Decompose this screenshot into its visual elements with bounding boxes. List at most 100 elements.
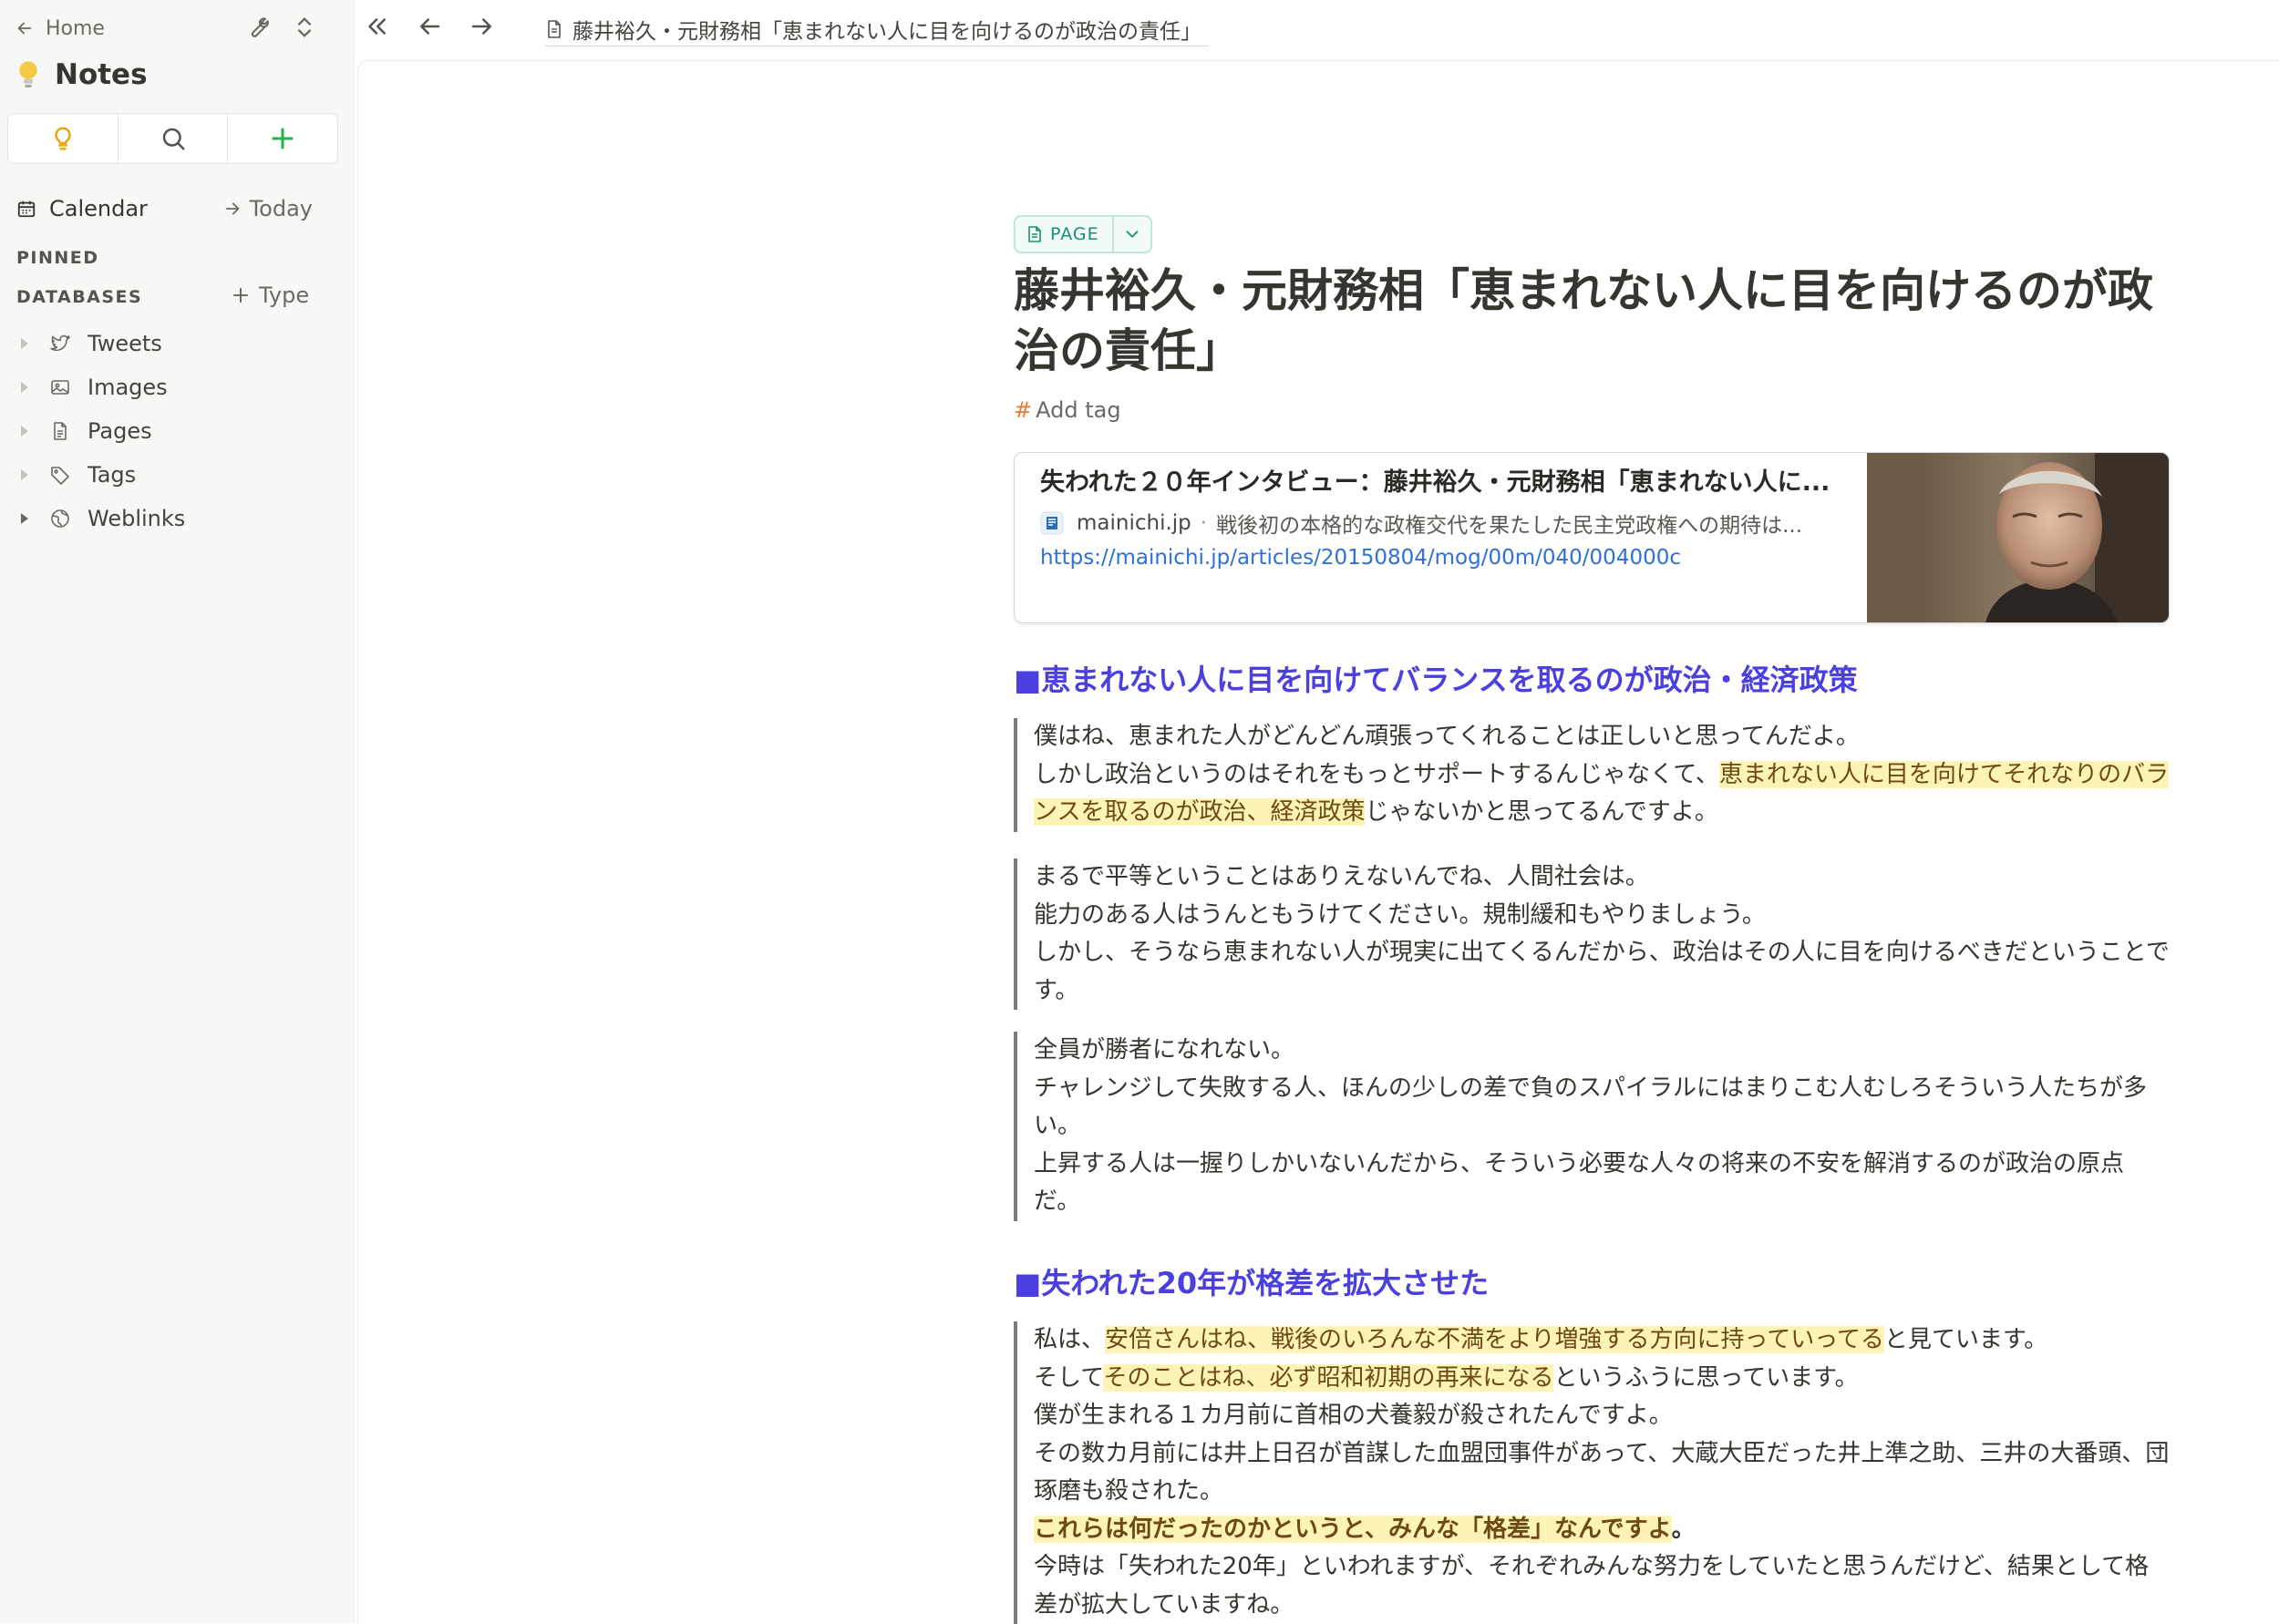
arrow-left-icon	[17, 22, 32, 35]
chevron-down-icon	[1126, 231, 1139, 238]
blockquote: まるで平等ということはありえないんでね、人間社会は。 能力のある人はうんともうけ…	[1014, 858, 2170, 1010]
calendar-icon	[17, 200, 36, 218]
calendar-link[interactable]: Calendar	[16, 196, 148, 221]
hash-icon: #	[1014, 397, 1033, 423]
quote-line: 今時は「失われた20年」といわれますが、それぞれみんな努力をしていたと思うんだけ…	[1034, 1553, 2150, 1619]
calendar-label: Calendar	[49, 196, 148, 221]
add-type-button[interactable]: Type	[230, 283, 309, 308]
highlighted-text: 安倍さんはね、戦後のいろんな不満をより増強する方向に持っていってる	[1105, 1326, 1884, 1353]
new-note-tab[interactable]	[228, 114, 337, 163]
caret-right-icon[interactable]	[16, 467, 33, 483]
highlighted-text: そのことはね、必ず昭和初期の再来になる	[1103, 1363, 1554, 1392]
sidebar-item-label: Tweets	[88, 331, 162, 356]
blockquote: 全員が勝者になれない。 チャレンジして失敗する人、ほんの少しの差で負のスパイラル…	[1014, 1032, 2170, 1221]
lightbulb-icon	[19, 61, 37, 87]
page-icon	[548, 20, 561, 38]
chevron-updown-icon[interactable]	[292, 15, 317, 40]
wrench-icon[interactable]	[244, 15, 270, 40]
add-tag-label: Add tag	[1036, 397, 1121, 423]
weblink-title: 失われた２０年インタビュー：藤井裕久・元財務相「恵まれない人に...	[1040, 468, 1830, 497]
today-label: Today	[249, 196, 313, 221]
add-type-label: Type	[259, 283, 310, 308]
quote-line: 全員が勝者になれない。	[1034, 1036, 1295, 1064]
home-label: Home	[46, 16, 105, 40]
page-icon	[54, 422, 67, 440]
quote-line: 僕はね、恵まれた人がどんどん頑張ってくれることは正しいと思ってんだよ。	[1034, 723, 1860, 750]
quote-line: しかし政治というのはそれをもっとサポートするんじゃなくて、恵まれない人に目を向け…	[1034, 756, 2170, 832]
sidebar-item-label: Images	[88, 375, 168, 400]
quote-line: チャレンジして失敗する人、ほんの少しの差で負のスパイラルにはまりこむ人むしろそう…	[1034, 1074, 2147, 1140]
globe-icon	[51, 509, 69, 528]
article-thumbnail	[1867, 453, 2169, 622]
highlighted-bold-text: これらは何だったのかというと、みんな「格差」なんですよ	[1034, 1515, 1672, 1543]
collapse-sidebar-icon[interactable]	[363, 13, 390, 40]
site-favicon-icon	[1040, 511, 1064, 535]
sidebar-item-tweets[interactable]: Tweets	[16, 325, 162, 362]
caret-right-icon[interactable]	[16, 423, 33, 439]
ideas-tab[interactable]	[8, 114, 119, 163]
blockquote: 僕はね、恵まれた人がどんどん頑張ってくれることは正しいと思ってんだよ。 しかし政…	[1014, 718, 2170, 832]
page-title[interactable]: 藤井裕久・元財務相「恵まれない人に目を向けるのが政治の責任」	[1014, 261, 2170, 381]
weblink-url[interactable]: https://mainichi.jp/articles/20150804/mo…	[1040, 542, 1842, 573]
quote-line: その数カ月前には井上日召が首謀した血盟団事件があって、大蔵大臣だった井上準之助、…	[1034, 1439, 2170, 1506]
workspace-title[interactable]: Notes	[15, 58, 148, 91]
weblink-site: mainichi.jp	[1077, 511, 1191, 535]
quote-line: しかし、そうなら恵まれない人が現実に出てくるんだから、政治はその人に目を向けるべ…	[1034, 939, 2170, 1004]
notes-title: Notes	[55, 58, 148, 91]
page-badge-label: PAGE	[1050, 224, 1099, 244]
caret-right-icon[interactable]	[16, 379, 33, 396]
tab-current-page[interactable]: 藤井裕久・元財務相「恵まれない人に目を向けるのが政治の責任」	[545, 13, 1209, 46]
pinned-section-label: PINNED	[16, 248, 99, 268]
quote-text: というふうに思っています。	[1553, 1363, 1859, 1392]
page-type-dropdown[interactable]	[1114, 224, 1150, 244]
tab-title: 藤井裕久・元財務相「恵まれない人に目を向けるのが政治の責任」	[572, 20, 1201, 44]
quote-line: そしてそのことはね、必ず昭和初期の再来になるというふうに思っています。	[1034, 1360, 2170, 1398]
quote-text: そして	[1034, 1363, 1104, 1392]
caret-right-icon[interactable]	[16, 335, 33, 352]
sidebar-item-label: Tags	[88, 462, 137, 488]
sidebar-segmented-control	[7, 113, 338, 164]
sidebar: Home Notes Calendar Today PINNED DATABAS…	[0, 0, 355, 1623]
twitter-bird-icon	[50, 334, 70, 352]
weblink-description: 戦後初の本格的な政権交代を果たした民主党政権への期待は...	[1216, 514, 1803, 538]
plus-icon	[272, 128, 294, 149]
quote-line: 僕が生まれる１カ月前に首相の犬養毅が殺されたんですよ。	[1034, 1402, 1673, 1429]
back-arrow-icon[interactable]	[416, 13, 443, 40]
page-type-badge[interactable]: PAGE	[1014, 215, 1152, 253]
sidebar-item-label: Pages	[88, 418, 152, 444]
sidebar-item-label: Weblinks	[88, 506, 186, 531]
plus-icon	[233, 288, 248, 303]
search-icon	[162, 128, 184, 150]
arrow-right-icon	[225, 202, 239, 215]
today-link[interactable]: Today	[222, 196, 313, 221]
home-link[interactable]: Home	[15, 13, 105, 44]
quote-text: しかし政治というのはそれをもっとサポートするんじゃなくて、	[1034, 760, 1719, 788]
quote-text: と見ています。	[1883, 1326, 2048, 1353]
section-heading: ■失われた20年が格差を拡大させた	[1014, 1266, 1490, 1300]
sidebar-item-weblinks[interactable]: Weblinks	[16, 500, 185, 537]
caret-right-icon[interactable]	[16, 510, 33, 527]
quote-text: 私は、	[1034, 1326, 1106, 1353]
forward-arrow-icon[interactable]	[469, 13, 496, 40]
section-heading: ■恵まれない人に目を向けてバランスを取るのが政治・経済政策	[1014, 663, 1858, 697]
databases-section-label: DATABASES	[16, 287, 143, 307]
lightbulb-outline-icon	[55, 127, 71, 150]
tag-icon	[51, 467, 69, 485]
sidebar-item-tags[interactable]: Tags	[16, 457, 136, 493]
page-icon	[1028, 226, 1041, 242]
quote-line: 能力のある人はうんともうけてください。規制緩和もやりましょう。	[1034, 900, 1766, 929]
quote-line: 上昇する人は一握りしかいないんだから、そういう必要な人々の将来の不安を解消するの…	[1034, 1149, 2125, 1216]
quote-line: まるで平等ということはありえないんでね、人間社会は。	[1034, 863, 1649, 890]
image-icon	[51, 380, 69, 395]
sidebar-item-images[interactable]: Images	[16, 369, 168, 406]
quote-line: 私は、安倍さんはね、戦後のいろんな不満をより増強する方向に持っていってると見てい…	[1034, 1321, 2170, 1360]
quote-line: これらは何だったのかというと、みんな「格差」なんですよ。	[1034, 1511, 2170, 1549]
weblink-separator: ·	[1200, 511, 1208, 535]
quote-text: じゃないかと思ってるんですよ。	[1365, 798, 1718, 826]
add-tag-button[interactable]: # Add tag	[1014, 397, 1121, 423]
search-tab[interactable]	[119, 114, 229, 163]
blockquote: 私は、安倍さんはね、戦後のいろんな不満をより増強する方向に持っていってると見てい…	[1014, 1321, 2170, 1624]
sidebar-item-pages[interactable]: Pages	[16, 413, 152, 449]
quote-text: 。	[1671, 1515, 1696, 1543]
weblink-card[interactable]: 失われた２０年インタビュー：藤井裕久・元財務相「恵まれない人に... maini…	[1014, 452, 2170, 623]
